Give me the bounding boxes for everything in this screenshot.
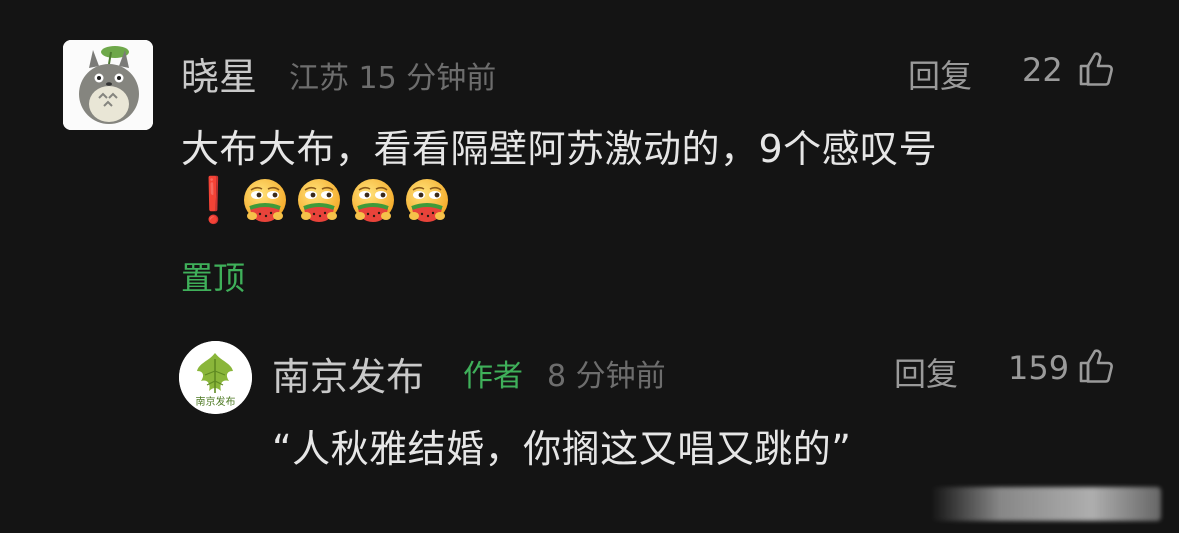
comment-user-name[interactable]: 晓星 <box>181 46 257 101</box>
drooling-watermelon-face-emoji <box>240 176 290 226</box>
exclamation-emoji: ❗ <box>186 175 241 226</box>
drooling-watermelon-face-emoji <box>348 176 398 226</box>
comment-location-time: 江苏 15 分钟前 <box>289 61 497 96</box>
comment-emoji-row: ❗ <box>186 176 452 226</box>
comment-reply-button[interactable]: 回复 <box>908 51 972 97</box>
drooling-watermelon-face-emoji <box>402 176 452 226</box>
thumbs-up-icon[interactable] <box>1077 347 1115 385</box>
comment-like-count: 22 <box>1022 51 1063 89</box>
pinned-label: 置顶 <box>181 259 246 297</box>
reply-user-name[interactable]: 南京发布 <box>272 346 424 401</box>
avatar-caption: 南京发布 <box>196 395 236 408</box>
reply-reply-button[interactable]: 回复 <box>894 349 958 395</box>
reply-user-avatar[interactable]: 南京发布 <box>179 341 252 414</box>
author-badge: 作者 <box>463 359 523 394</box>
reply-time: 8 分钟前 <box>547 359 666 394</box>
reply-like-count: 159 <box>1008 349 1070 387</box>
nanjing-leaf-logo-icon: 南京发布 <box>179 341 252 414</box>
watermark <box>931 487 1161 521</box>
user-avatar[interactable] <box>63 40 153 130</box>
thumbs-up-icon[interactable] <box>1077 50 1115 88</box>
totoro-avatar-icon <box>63 40 153 130</box>
reply-text: “人秋雅结婚，你搁这又唱又跳的” <box>272 427 852 471</box>
drooling-watermelon-face-emoji <box>294 176 344 226</box>
comment-text: 大布大布，看看隔壁阿苏激动的，9个感叹号 <box>181 127 938 171</box>
